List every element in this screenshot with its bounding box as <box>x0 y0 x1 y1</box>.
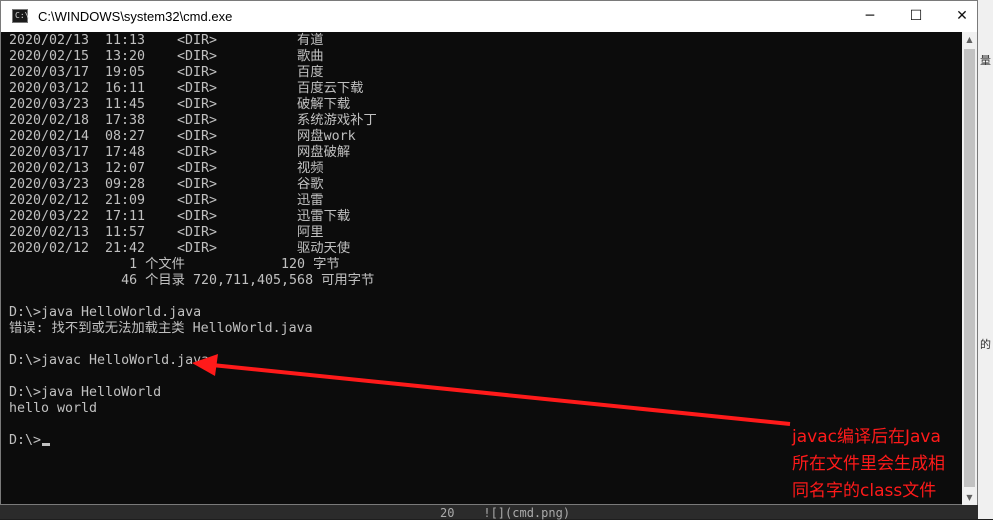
entry-name: 破解下载 <box>297 97 351 112</box>
summary-dirs: 46 个目录 720,711,405,568 可用字节 <box>9 273 375 288</box>
console-text: D:\>java HelloWorld.java <box>9 305 202 320</box>
console-text: D:\> <box>9 433 42 448</box>
entry-name: 系统游戏补丁 <box>297 113 377 128</box>
annotation-line: 所在文件里会生成相 <box>792 454 945 474</box>
entry-date: 2020/03/12 <box>9 81 90 96</box>
entry-date: 2020/03/23 <box>9 177 90 192</box>
entry-time: 11:45 <box>105 97 146 112</box>
entry-type: <DIR> <box>177 177 218 192</box>
entry-time: 17:11 <box>105 209 146 224</box>
close-button[interactable]: ✕ <box>939 1 985 32</box>
entry-type: <DIR> <box>177 81 218 96</box>
entry-type: <DIR> <box>177 33 218 48</box>
entry-time: 13:20 <box>105 49 146 64</box>
console-line: D:\>java HelloWorld.java <box>9 305 201 321</box>
entry-name: 视频 <box>297 161 324 176</box>
entry-type: <DIR> <box>177 225 218 240</box>
entry-time: 21:09 <box>105 193 146 208</box>
entry-time: 21:42 <box>105 241 146 256</box>
console-text: 错误: 找不到或无法加载主类 HelloWorld.java <box>9 321 313 336</box>
console-line: D:\>javac HelloWorld.java <box>9 353 209 369</box>
title-bar[interactable]: C:\ C:\WINDOWS\system32\cmd.exe ─ ☐ ✕ <box>1 1 977 32</box>
entry-type: <DIR> <box>177 161 218 176</box>
minimize-button[interactable]: ─ <box>847 1 893 32</box>
entry-type: <DIR> <box>177 193 218 208</box>
entry-date: 2020/02/15 <box>9 49 90 64</box>
entry-name: 网盘破解 <box>297 145 351 160</box>
entry-name: 阿里 <box>297 225 324 240</box>
entry-type: <DIR> <box>177 65 218 80</box>
entry-type: <DIR> <box>177 97 218 112</box>
window-title: C:\WINDOWS\system32\cmd.exe <box>38 9 233 24</box>
scroll-up-arrow-icon[interactable]: ▲ <box>962 32 977 47</box>
console-line: D:\>java HelloWorld <box>9 385 161 401</box>
console-text: D:\>java HelloWorld <box>9 385 162 400</box>
summary-files: 1 个文件 120 字节 <box>9 257 340 272</box>
entry-type: <DIR> <box>177 49 218 64</box>
entry-date: 2020/03/17 <box>9 65 90 80</box>
entry-date: 2020/02/14 <box>9 129 90 144</box>
entry-name: 迅雷下载 <box>297 209 351 224</box>
entry-date: 2020/02/13 <box>9 33 90 48</box>
annotation-line: javac编译后在Java <box>792 427 941 447</box>
entry-name: 驱动天使 <box>297 241 351 256</box>
entry-type: <DIR> <box>177 241 218 256</box>
console-text: D:\>javac HelloWorld.java <box>9 353 210 368</box>
entry-name: 歌曲 <box>297 49 324 64</box>
background-text: 的 <box>980 339 991 351</box>
entry-type: <DIR> <box>177 113 218 128</box>
entry-time: 09:28 <box>105 177 146 192</box>
editor-line: 20 ![](cmd.png) <box>440 506 571 520</box>
entry-date: 2020/02/13 <box>9 225 90 240</box>
command-prompt: D:\> <box>9 433 51 449</box>
maximize-button[interactable]: ☐ <box>893 1 939 32</box>
entry-date: 2020/03/22 <box>9 209 90 224</box>
entry-name: 迅雷 <box>297 193 324 208</box>
annotation-text: javac编译后在Java 所在文件里会生成相 同名字的class文件 <box>792 424 987 505</box>
entry-type: <DIR> <box>177 209 218 224</box>
entry-time: 16:11 <box>105 81 146 96</box>
entry-type: <DIR> <box>177 145 218 160</box>
entry-time: 11:57 <box>105 225 146 240</box>
entry-date: 2020/02/12 <box>9 193 90 208</box>
entry-time: 12:07 <box>105 161 146 176</box>
scrollbar-thumb[interactable] <box>964 49 975 487</box>
entry-name: 有道 <box>297 33 324 48</box>
entry-date: 2020/03/23 <box>9 97 90 112</box>
entry-date: 2020/02/12 <box>9 241 90 256</box>
entry-date: 2020/03/17 <box>9 145 90 160</box>
background-editor: 20 ![](cmd.png) <box>0 505 978 520</box>
console-text: hello world <box>9 401 98 416</box>
text-cursor <box>42 443 51 446</box>
entry-time: 17:38 <box>105 113 146 128</box>
entry-date: 2020/02/18 <box>9 113 90 128</box>
background-text: 量 <box>980 55 991 67</box>
annotation-line: 同名字的class文件 <box>792 481 937 501</box>
entry-name: 网盘work <box>297 129 356 144</box>
console-line: 错误: 找不到或无法加载主类 HelloWorld.java <box>9 321 313 337</box>
entry-time: 17:48 <box>105 145 146 160</box>
entry-name: 百度 <box>297 65 324 80</box>
entry-time: 19:05 <box>105 65 146 80</box>
entry-name: 谷歌 <box>297 177 324 192</box>
entry-time: 11:13 <box>105 33 146 48</box>
entry-time: 08:27 <box>105 129 146 144</box>
cmd-app-icon[interactable]: C:\ <box>12 9 29 23</box>
entry-name: 百度云下载 <box>297 81 364 96</box>
entry-type: <DIR> <box>177 129 218 144</box>
entry-date: 2020/02/13 <box>9 161 90 176</box>
console-line: hello world <box>9 401 97 417</box>
